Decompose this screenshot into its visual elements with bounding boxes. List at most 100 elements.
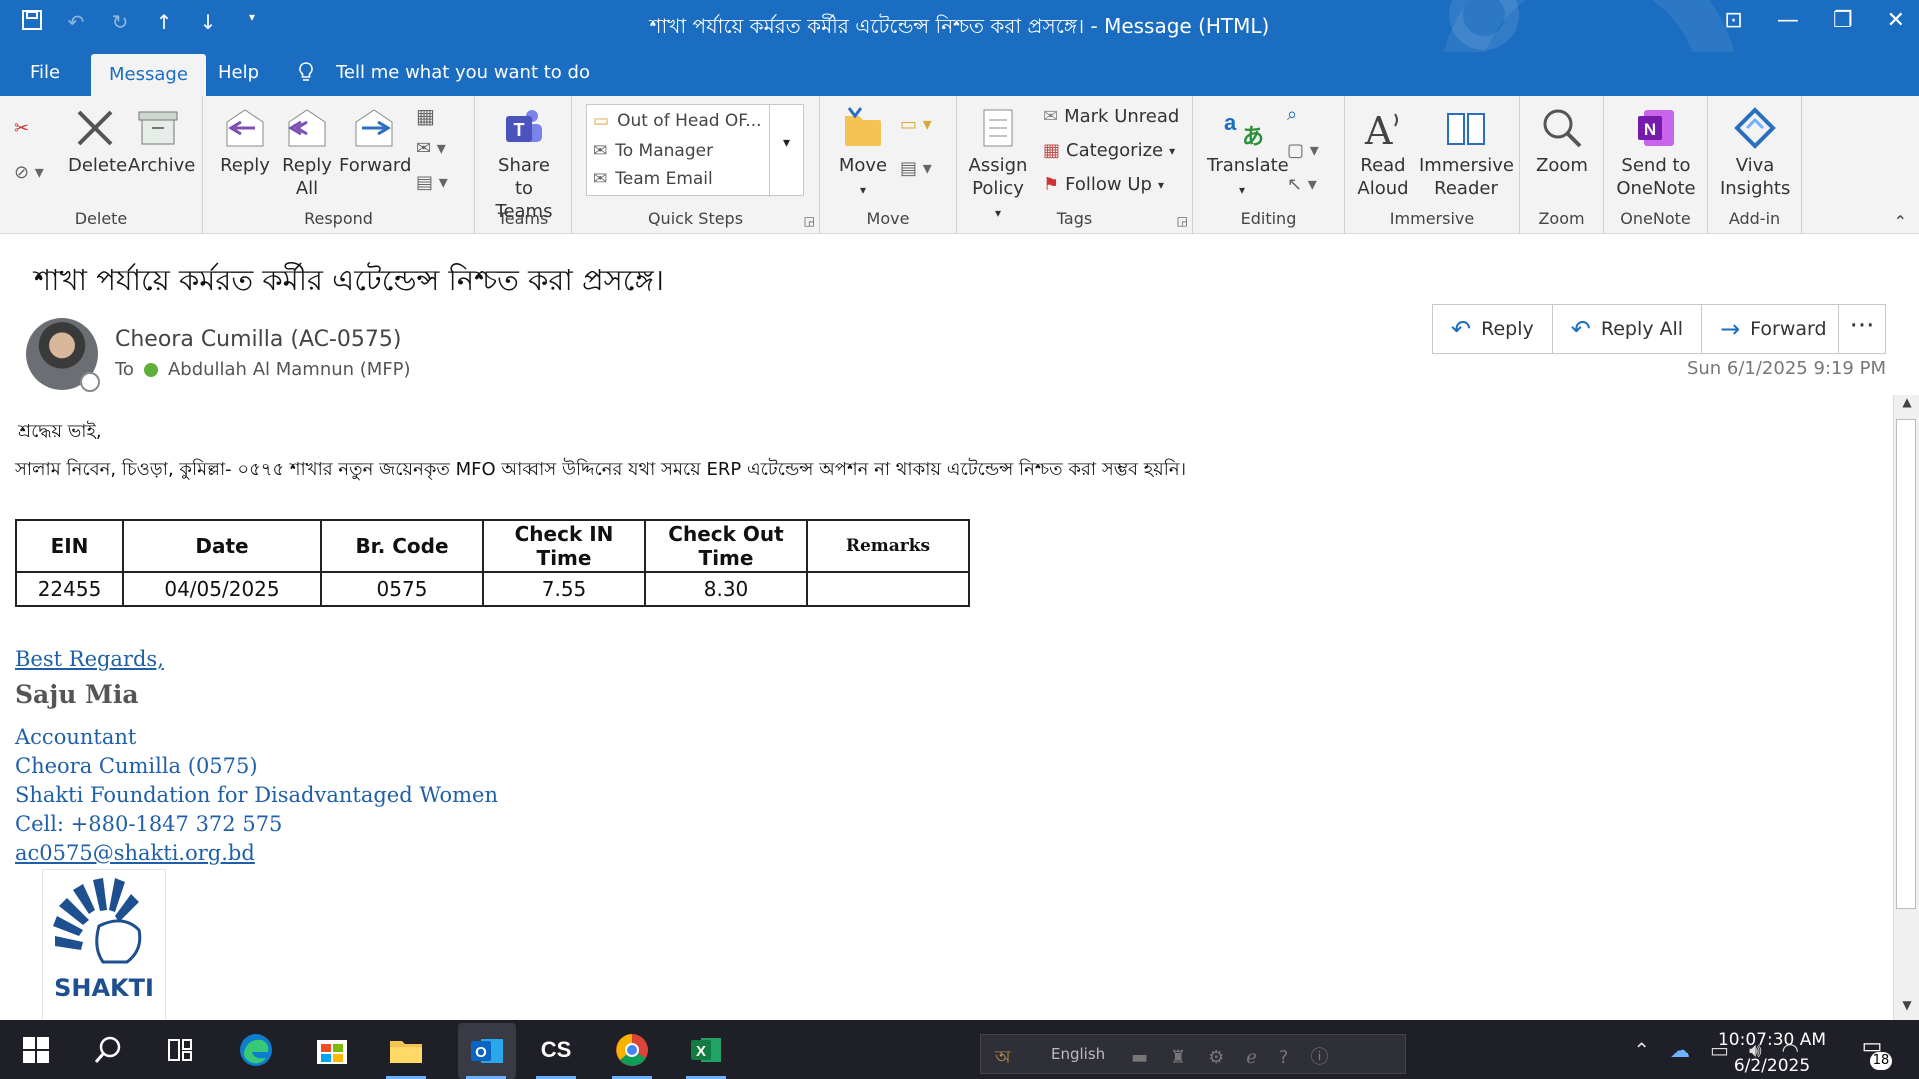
signature-organization: Shakti Foundation for Disadvantaged Wome… [15, 783, 499, 807]
sender-name[interactable]: Cheora Cumilla (AC-0575) [115, 327, 401, 352]
reply-arrow-icon: ↶ [1451, 315, 1472, 343]
presence-status-icon [80, 372, 100, 392]
restore-icon[interactable]: ❐ [1833, 8, 1853, 33]
meeting-icon[interactable]: ▦ [416, 104, 435, 128]
reply-icon [226, 109, 264, 147]
rules-icon[interactable]: ▭ ▾ [900, 114, 932, 135]
ribbon-reply-button[interactable]: Reply [217, 106, 273, 177]
tell-me-search[interactable]: Tell me what you want to do [336, 62, 590, 83]
table-cell: 22455 [15, 571, 124, 607]
menu-help[interactable]: Help [218, 62, 259, 83]
move-button[interactable]: Move ▾ [836, 106, 890, 202]
menu-message[interactable]: Message [91, 54, 206, 96]
junk-icon[interactable]: ⊘ ▾ [14, 162, 44, 183]
more-actions-button[interactable]: ··· [1838, 304, 1886, 354]
send-to-onenote-button[interactable]: N Send to OneNote [1612, 106, 1700, 200]
windows-start-icon[interactable] [14, 1029, 58, 1071]
scroll-up-icon[interactable]: ▲ [1894, 395, 1919, 417]
ribbon-forward-button[interactable]: Forward [339, 106, 411, 177]
signature-branch: Cheora Cumilla (0575) [15, 754, 258, 778]
find-icon[interactable]: ⌕ [1287, 104, 1297, 125]
notification-center-icon[interactable]: ▭ 18 [1852, 1034, 1892, 1070]
categorize-button[interactable]: ▦ Categorize ▾ [1043, 140, 1175, 161]
clock-time: 10:07:30 AM [1717, 1030, 1827, 1050]
dialog-launcher-icon[interactable]: ◲ [804, 214, 815, 228]
quick-step-item[interactable]: ✉ Team Email [593, 169, 713, 189]
translate-button[interactable]: aあ Translate ▾ [1207, 106, 1289, 202]
cursor-icon[interactable]: ↖ ▾ [1287, 174, 1317, 195]
search-icon[interactable] [86, 1029, 130, 1071]
delete-button[interactable]: Delete [68, 106, 127, 177]
scroll-thumb[interactable] [1896, 419, 1916, 909]
microsoft-store-icon[interactable] [310, 1029, 354, 1071]
read-aloud-button[interactable]: A Read Aloud [1357, 106, 1409, 200]
minimize-icon[interactable]: — [1777, 8, 1799, 33]
chrome-icon[interactable] [610, 1029, 654, 1071]
onedrive-icon[interactable]: ☁ [1670, 1038, 1690, 1062]
immersive-reader-button[interactable]: Immersive Reader [1419, 106, 1514, 200]
ribbon-group-add-in: Viva Insights Add-in [1708, 96, 1802, 234]
quick-step-item[interactable]: ▭ Out of Head OF... [593, 111, 762, 131]
reply-all-button[interactable]: ↶ Reply All [1553, 305, 1703, 353]
recipient-name[interactable]: Abdullah Al Mamnun (MFP) [168, 359, 411, 380]
title-bar: ↶ ↻ ↑ ↓ ▾ শাখা পর্যায়ে কর্মরত কর্মীর এট… [0, 0, 1919, 52]
zoom-button[interactable]: Zoom [1534, 106, 1590, 177]
assign-policy-button[interactable]: Assign Policy ▾ [967, 106, 1029, 225]
group-label-onenote: OneNote [1620, 209, 1691, 228]
forward-button[interactable]: → Forward [1702, 305, 1845, 353]
select-icon[interactable]: ▢ ▾ [1287, 140, 1319, 161]
teams-icon: T [506, 110, 542, 142]
excel-icon[interactable]: X [684, 1029, 728, 1071]
signature-email-link[interactable]: ac0575@shakti.org.bd [15, 841, 255, 865]
ignore-icon[interactable]: ✂ [14, 118, 29, 139]
close-icon[interactable]: ✕ [1887, 8, 1905, 33]
viva-insights-button[interactable]: Viva Insights [1720, 106, 1790, 200]
vertical-scrollbar[interactable]: ▲ ▼ [1893, 395, 1919, 1020]
task-view-icon[interactable] [158, 1029, 202, 1071]
group-label-move: Move [866, 209, 910, 228]
clock[interactable]: 10:07:30 AM 6/2/2025 [1716, 1027, 1828, 1079]
quick-steps-gallery: ▭ Out of Head OF... ✉ To Manager ✉ Team Ema… [586, 104, 804, 197]
folder-icon: ▭ [593, 111, 610, 131]
logo-text: SHAKTI [54, 974, 154, 1002]
ribbon-group-editing: aあ Translate ▾ ⌕ ▢ ▾ ↖ ▾ Editing [1193, 96, 1345, 234]
follow-up-button[interactable]: ⚑ Follow Up ▾ [1043, 174, 1164, 195]
reply-button[interactable]: ↶ Reply [1433, 305, 1553, 353]
archive-button[interactable]: Archive [128, 106, 195, 177]
avatar[interactable] [26, 318, 100, 392]
reply-all-icon [288, 109, 326, 147]
more-respond-icon[interactable]: ▤ ▾ [416, 172, 448, 193]
signature-regards[interactable]: Best Regards, [15, 647, 164, 671]
table-cell: 0575 [320, 571, 484, 607]
envelope-icon: ✉ [1043, 106, 1059, 127]
menu-file[interactable]: File [30, 62, 60, 83]
im-icon[interactable]: ✉ ▾ [416, 138, 446, 159]
table-header-row: EIN Date Br. Code Check IN Time Check Ou… [15, 519, 970, 573]
mark-unread-button[interactable]: ✉ Mark Unread [1043, 106, 1179, 127]
group-label-zoom: Zoom [1538, 209, 1585, 228]
group-label-immersive: Immersive [1389, 209, 1475, 228]
ribbon-group-move: Move ▾ ▭ ▾ ▤ ▾ Move [820, 96, 957, 234]
ribbon-display-icon[interactable]: ⊡ [1724, 8, 1742, 33]
viva-insights-icon [1734, 107, 1776, 149]
table-header: Check Out Time [644, 519, 808, 573]
quick-steps-expand-icon[interactable]: ▾ [769, 105, 803, 197]
ribbon-reply-all-button[interactable]: Reply All [279, 106, 335, 200]
window-controls: ⊡ — ❐ ✕ [1724, 8, 1905, 33]
clipstudio-cs-icon[interactable]: CS [534, 1029, 578, 1071]
outlook-icon[interactable]: O [458, 1023, 516, 1079]
onenote-small-icon[interactable]: ▤ ▾ [900, 158, 932, 179]
window-title: শাখা পর্যায়ে কর্মরত কর্মীর এটেন্ডেন্স ন… [649, 14, 1270, 38]
shakti-logo-mark [53, 878, 142, 964]
signature-phone: Cell: +880-1847 372 575 [15, 812, 283, 836]
dialog-launcher-icon[interactable]: ◲ [1177, 214, 1188, 228]
collapse-ribbon-icon[interactable]: ⌃ [1894, 212, 1907, 231]
edge-browser-icon[interactable] [234, 1029, 278, 1071]
scroll-down-icon[interactable]: ▼ [1894, 998, 1919, 1020]
language-bar[interactable]: অ English ▬♜⚙ℯ?ⓘ [980, 1034, 1406, 1074]
greeting: শ্রদ্ধেয় ভাই, [18, 421, 102, 442]
file-explorer-icon[interactable] [384, 1029, 428, 1071]
share-to-teams-button[interactable]: T Share to Teams [489, 106, 559, 223]
quick-step-item[interactable]: ✉ To Manager [593, 141, 713, 161]
show-hidden-icons-icon[interactable]: ⌃ [1633, 1038, 1650, 1062]
